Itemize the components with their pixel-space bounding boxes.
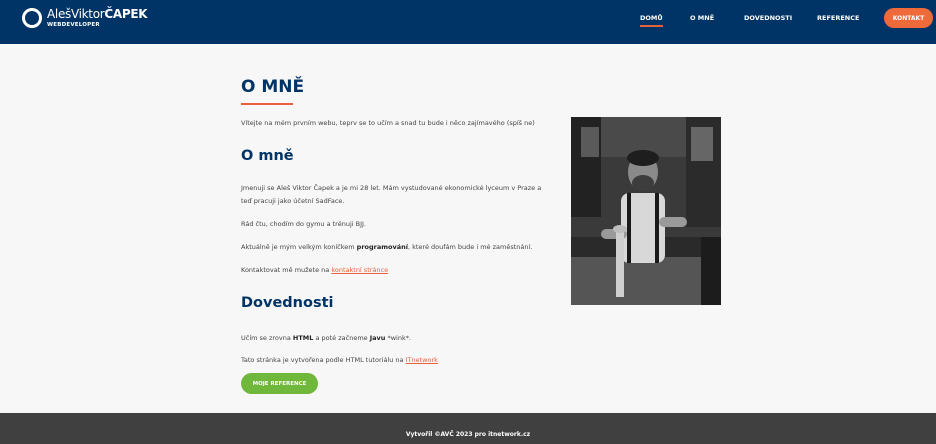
site-footer: Vytvořil ©AVČ 2023 pro itnetwork.cz [0,413,936,444]
footer-text: Vytvořil ©AVČ 2023 pro itnetwork.cz [405,431,531,438]
nav-o-mne[interactable]: O MNĚ [690,14,714,22]
hobby-text: Aktuálně je mým velkým koníčkem programo… [241,243,533,251]
title-underline [241,103,293,105]
nav-dovednosti[interactable]: DOVEDNOSTI [744,14,792,22]
moje-reference-button[interactable]: MOJE REFERENCE [241,373,318,394]
portrait-image [571,117,721,305]
skills-text: Učím se zrovna HTML a poté začneme Javu … [241,334,412,342]
skills-heading: Dovednosti [241,295,334,311]
tutorial-text: Tato stránka je vytvořena podle HTML tut… [241,356,438,364]
intro-text: Vítejte na mém prvním webu, teprv se to … [241,119,535,127]
nav-reference[interactable]: REFERENCE [817,14,859,22]
itnetwork-link[interactable]: ITnetwork [406,356,438,364]
site-logo[interactable]: AlešViktorČAPEK WEBDEVELOPER [22,7,148,28]
portrait-photo [571,117,721,305]
nav-domu[interactable]: DOMŮ [640,14,663,27]
page-title: O MNĚ [241,77,305,97]
logo-name: AlešViktorČAPEK [47,7,148,21]
about-text-line2: teď pracuji jako účetní SadFace. [241,197,345,205]
site-header: AlešViktorČAPEK WEBDEVELOPER DOMŮ O MNĚ … [0,0,936,44]
logo-ring-icon [22,8,42,28]
hobbies-text: Rád čtu, chodím do gymu a trénuji BJJ. [241,220,366,228]
about-heading: O mně [241,148,294,164]
contact-text: Kontaktovat mě mužete na kontaktní strán… [241,266,389,274]
about-text-line1: Jmenuji se Aleš Viktor Čapek a je mi 28 … [241,184,542,192]
contact-page-link[interactable]: kontaktní stránce [331,266,388,274]
logo-subtitle: WEBDEVELOPER [47,22,100,28]
nav-kontakt-button[interactable]: KONTAKT [884,8,933,28]
